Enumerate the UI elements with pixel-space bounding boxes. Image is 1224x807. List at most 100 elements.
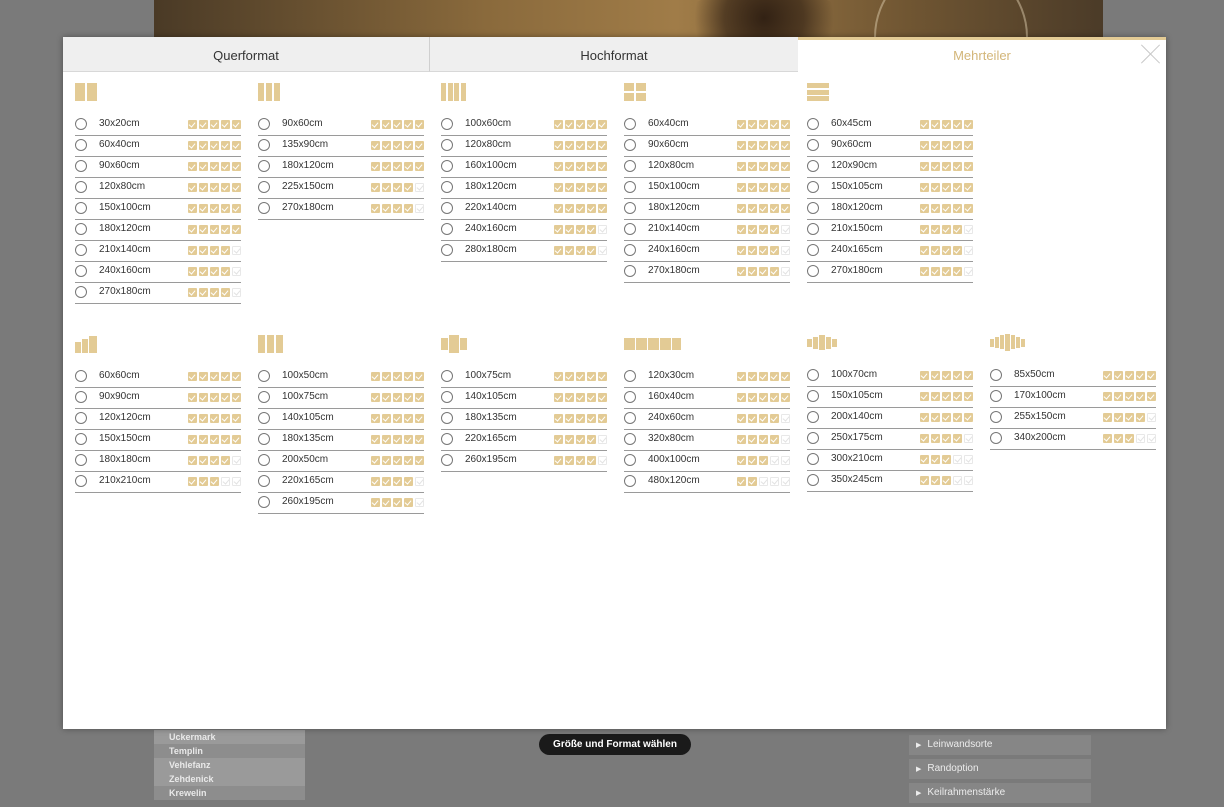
size-radio[interactable] xyxy=(624,223,636,235)
size-radio[interactable] xyxy=(75,118,87,130)
size-radio[interactable] xyxy=(807,369,819,381)
close-icon[interactable] xyxy=(1140,43,1162,65)
size-radio[interactable] xyxy=(258,475,270,487)
size-radio[interactable] xyxy=(258,496,270,508)
size-radio[interactable] xyxy=(441,370,453,382)
size-option-row[interactable]: 225x150cm xyxy=(258,178,424,199)
sidebar-item[interactable]: Vehlefanz xyxy=(154,758,305,772)
size-radio[interactable] xyxy=(624,139,636,151)
size-option-row[interactable]: 90x60cm xyxy=(807,136,973,157)
size-radio[interactable] xyxy=(624,160,636,172)
size-radio[interactable] xyxy=(441,223,453,235)
size-option-row[interactable]: 150x100cm xyxy=(624,178,790,199)
size-radio[interactable] xyxy=(807,453,819,465)
size-radio[interactable] xyxy=(441,244,453,256)
size-radio[interactable] xyxy=(258,391,270,403)
size-option-row[interactable]: 100x75cm xyxy=(258,388,424,409)
size-option-row[interactable]: 120x90cm xyxy=(807,157,973,178)
size-option-row[interactable]: 170x100cm xyxy=(990,387,1156,408)
size-option-row[interactable]: 260x195cm xyxy=(258,493,424,514)
size-option-row[interactable]: 270x180cm xyxy=(624,262,790,283)
size-option-row[interactable]: 255x150cm xyxy=(990,408,1156,429)
size-option-row[interactable]: 60x60cm xyxy=(75,367,241,388)
size-option-row[interactable]: 340x200cm xyxy=(990,429,1156,450)
size-option-row[interactable]: 220x165cm xyxy=(441,430,607,451)
size-option-row[interactable]: 240x160cm xyxy=(624,241,790,262)
size-option-row[interactable]: 90x60cm xyxy=(624,136,790,157)
size-radio[interactable] xyxy=(807,160,819,172)
size-option-row[interactable]: 180x135cm xyxy=(441,409,607,430)
size-option-row[interactable]: 120x30cm xyxy=(624,367,790,388)
size-option-row[interactable]: 120x80cm xyxy=(441,136,607,157)
size-option-row[interactable]: 120x80cm xyxy=(75,178,241,199)
size-option-row[interactable]: 135x90cm xyxy=(258,136,424,157)
size-option-row[interactable]: 90x90cm xyxy=(75,388,241,409)
size-option-row[interactable]: 350x245cm xyxy=(807,471,973,492)
size-radio[interactable] xyxy=(258,118,270,130)
size-radio[interactable] xyxy=(807,265,819,277)
size-radio[interactable] xyxy=(807,474,819,486)
size-radio[interactable] xyxy=(624,412,636,424)
size-radio[interactable] xyxy=(75,244,87,256)
tab-querformat[interactable]: Querformat xyxy=(63,37,430,72)
size-radio[interactable] xyxy=(990,411,1002,423)
size-option-row[interactable]: 180x180cm xyxy=(75,451,241,472)
size-option-row[interactable]: 300x210cm xyxy=(807,450,973,471)
size-radio[interactable] xyxy=(624,265,636,277)
size-option-row[interactable]: 140x105cm xyxy=(258,409,424,430)
size-radio[interactable] xyxy=(75,433,87,445)
size-radio[interactable] xyxy=(807,181,819,193)
size-radio[interactable] xyxy=(441,391,453,403)
size-radio[interactable] xyxy=(624,475,636,487)
tab-hochformat[interactable]: Hochformat xyxy=(430,37,798,72)
size-option-row[interactable]: 480x120cm xyxy=(624,472,790,493)
size-option-row[interactable]: 240x165cm xyxy=(807,241,973,262)
size-option-row[interactable]: 180x120cm xyxy=(75,220,241,241)
size-option-row[interactable]: 100x75cm xyxy=(441,367,607,388)
size-option-row[interactable]: 220x165cm xyxy=(258,472,424,493)
size-option-row[interactable]: 220x140cm xyxy=(441,199,607,220)
size-radio[interactable] xyxy=(75,160,87,172)
size-option-row[interactable]: 120x120cm xyxy=(75,409,241,430)
size-option-row[interactable]: 150x105cm xyxy=(807,178,973,199)
size-radio[interactable] xyxy=(441,433,453,445)
size-option-row[interactable]: 200x140cm xyxy=(807,408,973,429)
size-option-row[interactable]: 150x105cm xyxy=(807,387,973,408)
size-option-row[interactable]: 210x150cm xyxy=(807,220,973,241)
size-option-row[interactable]: 85x50cm xyxy=(990,366,1156,387)
size-radio[interactable] xyxy=(624,244,636,256)
sidebar-item[interactable]: Krewelin xyxy=(154,786,305,800)
size-radio[interactable] xyxy=(624,433,636,445)
size-option-row[interactable]: 270x180cm xyxy=(807,262,973,283)
size-option-row[interactable]: 140x105cm xyxy=(441,388,607,409)
size-radio[interactable] xyxy=(624,370,636,382)
size-option-row[interactable]: 320x80cm xyxy=(624,430,790,451)
size-radio[interactable] xyxy=(990,390,1002,402)
size-option-row[interactable]: 150x100cm xyxy=(75,199,241,220)
option-keilrahmenstaerke[interactable]: ▶ Keilrahmenstärke xyxy=(909,783,1091,803)
size-radio[interactable] xyxy=(807,139,819,151)
size-radio[interactable] xyxy=(75,391,87,403)
size-option-row[interactable]: 210x140cm xyxy=(624,220,790,241)
size-option-row[interactable]: 160x100cm xyxy=(441,157,607,178)
size-option-row[interactable]: 120x80cm xyxy=(624,157,790,178)
size-option-row[interactable]: 200x50cm xyxy=(258,451,424,472)
size-radio[interactable] xyxy=(990,369,1002,381)
size-radio[interactable] xyxy=(75,139,87,151)
size-radio[interactable] xyxy=(75,475,87,487)
size-radio[interactable] xyxy=(258,370,270,382)
size-radio[interactable] xyxy=(807,118,819,130)
size-option-row[interactable]: 400x100cm xyxy=(624,451,790,472)
size-radio[interactable] xyxy=(441,139,453,151)
size-radio[interactable] xyxy=(624,118,636,130)
size-option-row[interactable]: 180x120cm xyxy=(441,178,607,199)
size-radio[interactable] xyxy=(441,118,453,130)
size-radio[interactable] xyxy=(258,181,270,193)
size-radio[interactable] xyxy=(258,160,270,172)
size-option-row[interactable]: 30x20cm xyxy=(75,115,241,136)
option-leinwandsorte[interactable]: ▶ Leinwandsorte xyxy=(909,735,1091,755)
size-option-row[interactable]: 250x175cm xyxy=(807,429,973,450)
size-radio[interactable] xyxy=(441,454,453,466)
size-option-row[interactable]: 210x210cm xyxy=(75,472,241,493)
size-option-row[interactable]: 60x40cm xyxy=(75,136,241,157)
